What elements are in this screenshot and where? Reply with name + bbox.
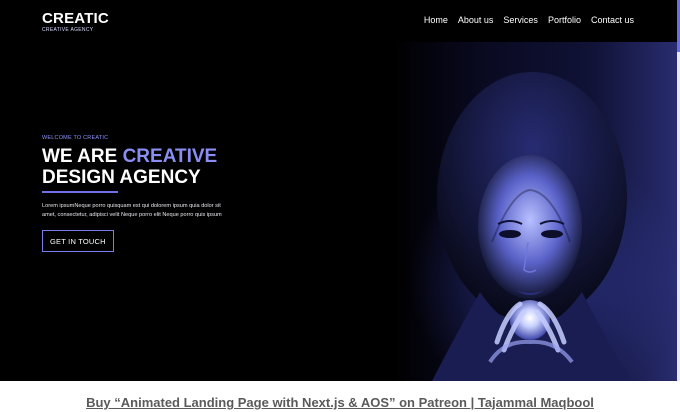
- headline-accent: CREATIVE: [122, 146, 218, 167]
- brand-logo[interactable]: CREATIC CREATIVE AGENCY: [42, 11, 109, 33]
- hero-headline: WE ARE CREATIVE DESIGN AGENCY: [42, 146, 302, 188]
- nav-contact-us[interactable]: Contact us: [591, 15, 634, 25]
- brand-tagline: CREATIVE AGENCY: [42, 27, 94, 33]
- nav-about-us[interactable]: About us: [458, 15, 494, 25]
- headline-prefix: WE ARE: [42, 146, 123, 167]
- nav-portfolio[interactable]: Portfolio: [548, 15, 581, 25]
- hero-body-text: Lorem ipsumNeque porro quisquam est qui …: [42, 202, 247, 220]
- headline-underline: [42, 191, 118, 193]
- woman-glowing-orb-illustration: [432, 72, 632, 381]
- hero-image: [392, 42, 677, 381]
- hero-body-line1: Lorem ipsumNeque porro quisquam est qui …: [42, 203, 221, 209]
- hero-eyebrow: WELCOME TO CREATIC: [42, 135, 109, 141]
- hero-content: WELCOME TO CREATIC WE ARE CREATIVE DESIG…: [42, 135, 302, 252]
- get-in-touch-button[interactable]: GET IN TOUCH: [42, 230, 114, 252]
- nav-services[interactable]: Services: [503, 15, 538, 25]
- headline-line2: DESIGN AGENCY: [42, 167, 201, 188]
- brand-name: CREATIC: [42, 10, 109, 27]
- nav-home[interactable]: Home: [424, 15, 448, 25]
- top-navbar: CREATIC CREATIVE AGENCY Home About us Se…: [0, 0, 677, 42]
- promo-bar: Buy “Animated Landing Page with Next.js …: [0, 381, 680, 412]
- hero-body-line2: amet, consectetur, adipisci velit Neque …: [42, 212, 222, 218]
- patreon-promo-link[interactable]: Buy “Animated Landing Page with Next.js …: [86, 395, 594, 410]
- hero-section: CREATIC CREATIVE AGENCY Home About us Se…: [0, 0, 680, 381]
- nav-menu: Home About us Services Portfolio Contact…: [424, 15, 634, 25]
